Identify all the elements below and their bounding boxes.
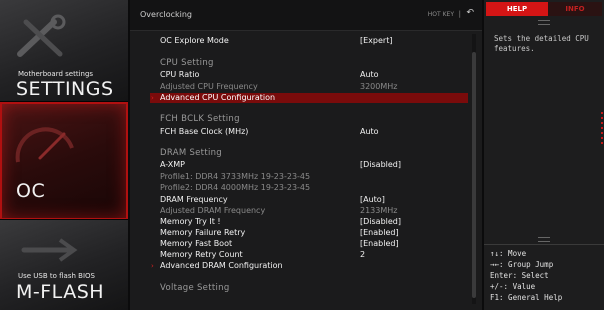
- oc-tile[interactable]: OC: [0, 102, 128, 220]
- setting-value: [Auto]: [360, 195, 385, 204]
- tab-info[interactable]: INFO: [548, 2, 602, 16]
- setting-label: Memory Retry Count: [160, 250, 243, 259]
- setting-label: Adjusted CPU Frequency: [160, 82, 258, 91]
- setting-row[interactable]: Memory Failure Retry [Enabled]: [160, 228, 460, 238]
- section-title: DRAM Setting: [160, 148, 222, 158]
- setting-label: Memory Try It !: [160, 217, 221, 226]
- key-hint: +/-: Value: [490, 282, 536, 291]
- key-hint: F1: General Help: [490, 293, 563, 302]
- setting-label: Profile2: DDR4 4000MHz 19-23-23-45: [160, 183, 311, 192]
- mflash-tile[interactable]: Use USB to flash BIOS M-FLASH: [0, 220, 128, 310]
- submenu-row[interactable]: › Advanced DRAM Configuration: [151, 261, 460, 271]
- section-header: Voltage Setting: [160, 283, 460, 293]
- help-panel: HELP INFO Sets the detailed CPU features…: [484, 0, 604, 310]
- setting-value: [Enabled]: [360, 239, 399, 248]
- usb-icon: [21, 238, 78, 262]
- settings-title: SETTINGS: [16, 78, 114, 100]
- sidebar: Motherboard settings SETTINGS OC Use USB…: [0, 0, 128, 310]
- setting-value: 2133MHz: [360, 206, 398, 215]
- submenu-row-selected[interactable]: › Advanced CPU Configuration: [150, 93, 468, 103]
- key-hint: →←: Group Jump: [490, 260, 554, 269]
- setting-row[interactable]: Memory Retry Count 2: [160, 250, 460, 260]
- back-arrow-icon[interactable]: ↶: [466, 8, 474, 18]
- setting-row: Profile2: DDR4 4000MHz 19-23-23-45: [160, 183, 460, 193]
- section-header: CPU Setting: [160, 58, 460, 68]
- setting-label: DRAM Frequency: [160, 195, 228, 204]
- setting-label: CPU Ratio: [160, 70, 200, 79]
- setting-row: Adjusted DRAM Frequency 2133MHz: [160, 206, 460, 216]
- submenu-arrow-icon: ›: [151, 262, 154, 270]
- main-panel: Overclocking HOT KEY | ↶ OC Explore Mode…: [130, 0, 482, 310]
- setting-label: FCH Base Clock (MHz): [160, 127, 249, 136]
- mflash-title: M-FLASH: [16, 281, 105, 303]
- tab-help[interactable]: HELP: [486, 2, 548, 16]
- setting-label: Advanced DRAM Configuration: [160, 261, 283, 270]
- setting-value: [Disabled]: [360, 217, 401, 226]
- speedometer-icon: [15, 127, 74, 163]
- setting-value: [Enabled]: [360, 228, 399, 237]
- setting-label: OC Explore Mode: [160, 36, 229, 45]
- setting-row: Profile1: DDR4 3733MHz 19-23-23-45: [160, 172, 460, 182]
- setting-value: [Expert]: [360, 36, 393, 45]
- oc-title: OC: [16, 180, 46, 202]
- edge-decoration: [601, 112, 603, 146]
- mflash-subtitle: Use USB to flash BIOS: [18, 272, 95, 280]
- section-title: FCH BCLK Setting: [160, 114, 240, 124]
- setting-label: A-XMP: [160, 160, 185, 169]
- setting-value: 3200MHz: [360, 82, 398, 91]
- section-header: FCH BCLK Setting: [160, 114, 460, 124]
- setting-value: Auto: [360, 127, 379, 136]
- settings-subtitle: Motherboard settings: [18, 70, 94, 78]
- tools-icon: [17, 14, 66, 57]
- hotkey-separator: |: [458, 10, 461, 18]
- setting-row[interactable]: A-XMP [Disabled]: [160, 160, 460, 170]
- settings-tile[interactable]: Motherboard settings SETTINGS: [0, 0, 128, 102]
- setting-label: Adjusted DRAM Frequency: [160, 206, 266, 215]
- setting-row[interactable]: DRAM Frequency [Auto]: [160, 195, 460, 205]
- key-legend: ↑↓: Move →←: Group Jump Enter: Select +/…: [490, 248, 600, 303]
- page-title: Overclocking: [140, 10, 192, 19]
- section-header: DRAM Setting: [160, 148, 460, 158]
- key-hint: ↑↓: Move: [490, 249, 527, 258]
- scrollbar[interactable]: [472, 34, 476, 304]
- setting-row[interactable]: CPU Ratio Auto: [160, 70, 460, 80]
- setting-label: Memory Fast Boot: [160, 239, 233, 248]
- title-bar: Overclocking HOT KEY | ↶: [130, 0, 482, 31]
- setting-value: [Disabled]: [360, 160, 401, 169]
- setting-row[interactable]: FCH Base Clock (MHz) Auto: [160, 127, 460, 137]
- key-hint: Enter: Select: [490, 271, 549, 280]
- scrollbar-thumb[interactable]: [472, 52, 476, 298]
- setting-row: Adjusted CPU Frequency 3200MHz: [160, 82, 460, 92]
- setting-label: Advanced CPU Configuration: [160, 93, 276, 102]
- setting-value: Auto: [360, 70, 379, 79]
- setting-row[interactable]: OC Explore Mode [Expert]: [160, 36, 460, 46]
- grip-icon: [538, 20, 550, 25]
- section-title: CPU Setting: [160, 58, 214, 68]
- setting-row[interactable]: Memory Fast Boot [Enabled]: [160, 239, 460, 249]
- submenu-arrow-icon: ›: [151, 94, 154, 102]
- help-divider: [484, 244, 604, 245]
- setting-label: Memory Failure Retry: [160, 228, 246, 237]
- grip-icon: [538, 237, 550, 242]
- setting-label: Profile1: DDR4 3733MHz 19-23-23-45: [160, 172, 311, 181]
- section-title: Voltage Setting: [160, 283, 230, 293]
- hotkey-label[interactable]: HOT KEY: [428, 11, 454, 18]
- setting-value: 2: [360, 250, 366, 259]
- setting-row[interactable]: Memory Try It ! [Disabled]: [160, 217, 460, 227]
- help-tabs: HELP INFO: [486, 2, 602, 16]
- help-description: Sets the detailed CPU features.: [494, 34, 589, 53]
